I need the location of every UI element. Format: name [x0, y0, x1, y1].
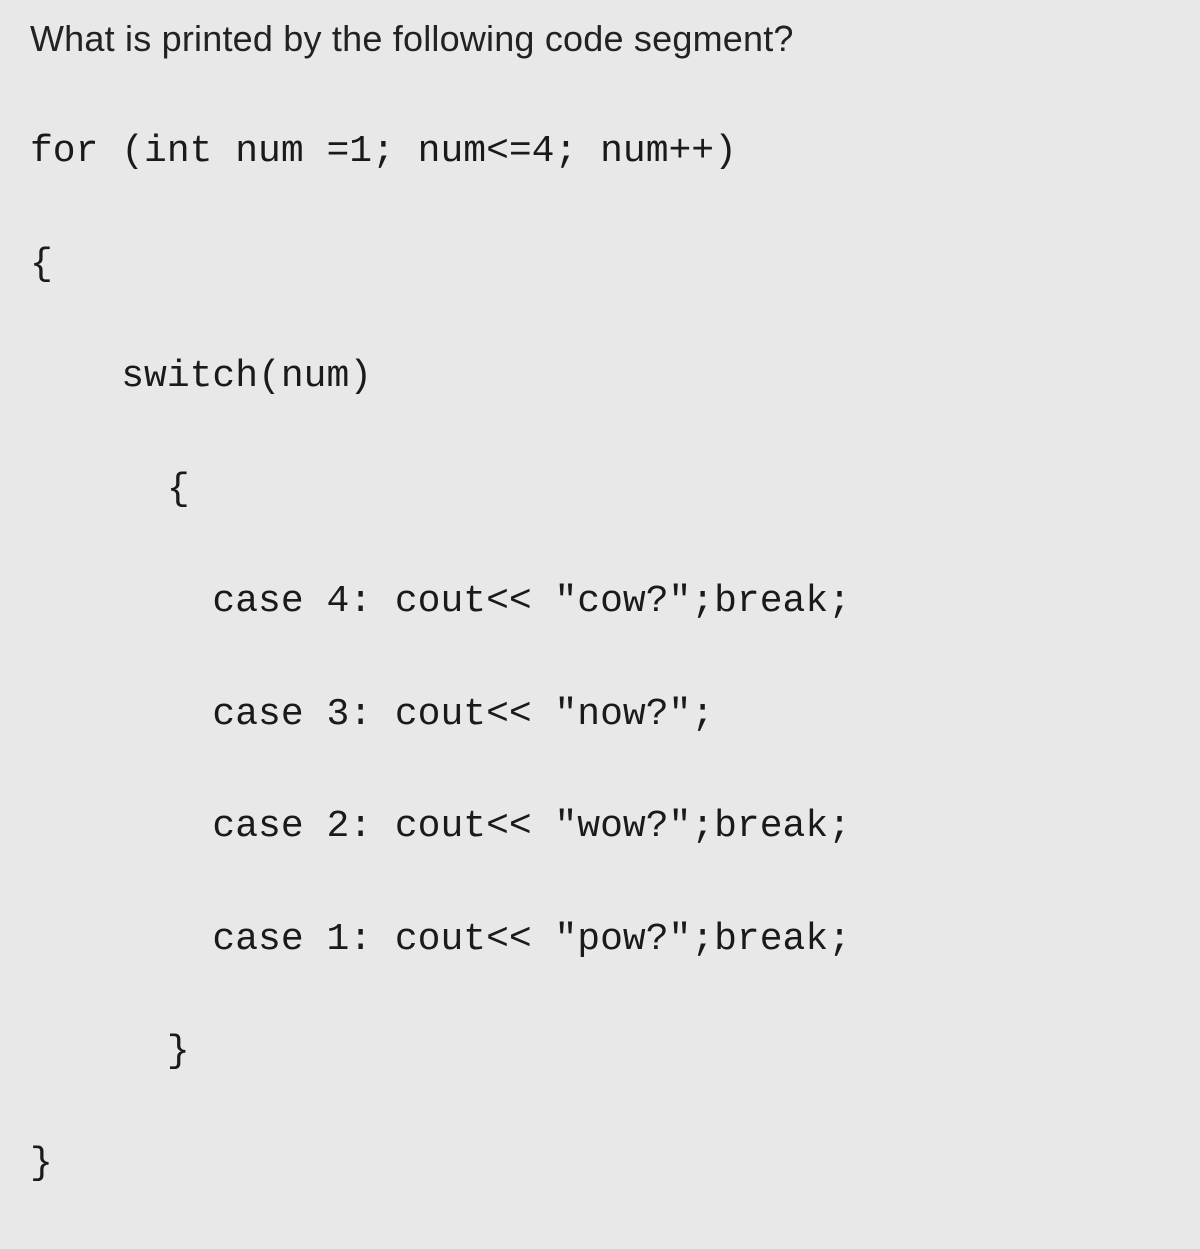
code-line-6: case 3: cout<< "now?";	[30, 687, 1170, 743]
code-line-9: }	[30, 1024, 1170, 1080]
code-line-2: {	[30, 237, 1170, 293]
code-line-10: }	[30, 1136, 1170, 1192]
code-line-8: case 1: cout<< "pow?";break;	[30, 912, 1170, 968]
question-text: What is printed by the following code se…	[30, 18, 1170, 60]
code-line-7: case 2: cout<< "wow?";break;	[30, 799, 1170, 855]
code-line-3: switch(num)	[30, 349, 1170, 405]
code-line-4: {	[30, 462, 1170, 518]
code-line-5: case 4: cout<< "cow?";break;	[30, 574, 1170, 630]
code-segment: for (int num =1; num<=4; num++) { switch…	[30, 68, 1170, 1249]
code-line-1: for (int num =1; num<=4; num++)	[30, 124, 1170, 180]
